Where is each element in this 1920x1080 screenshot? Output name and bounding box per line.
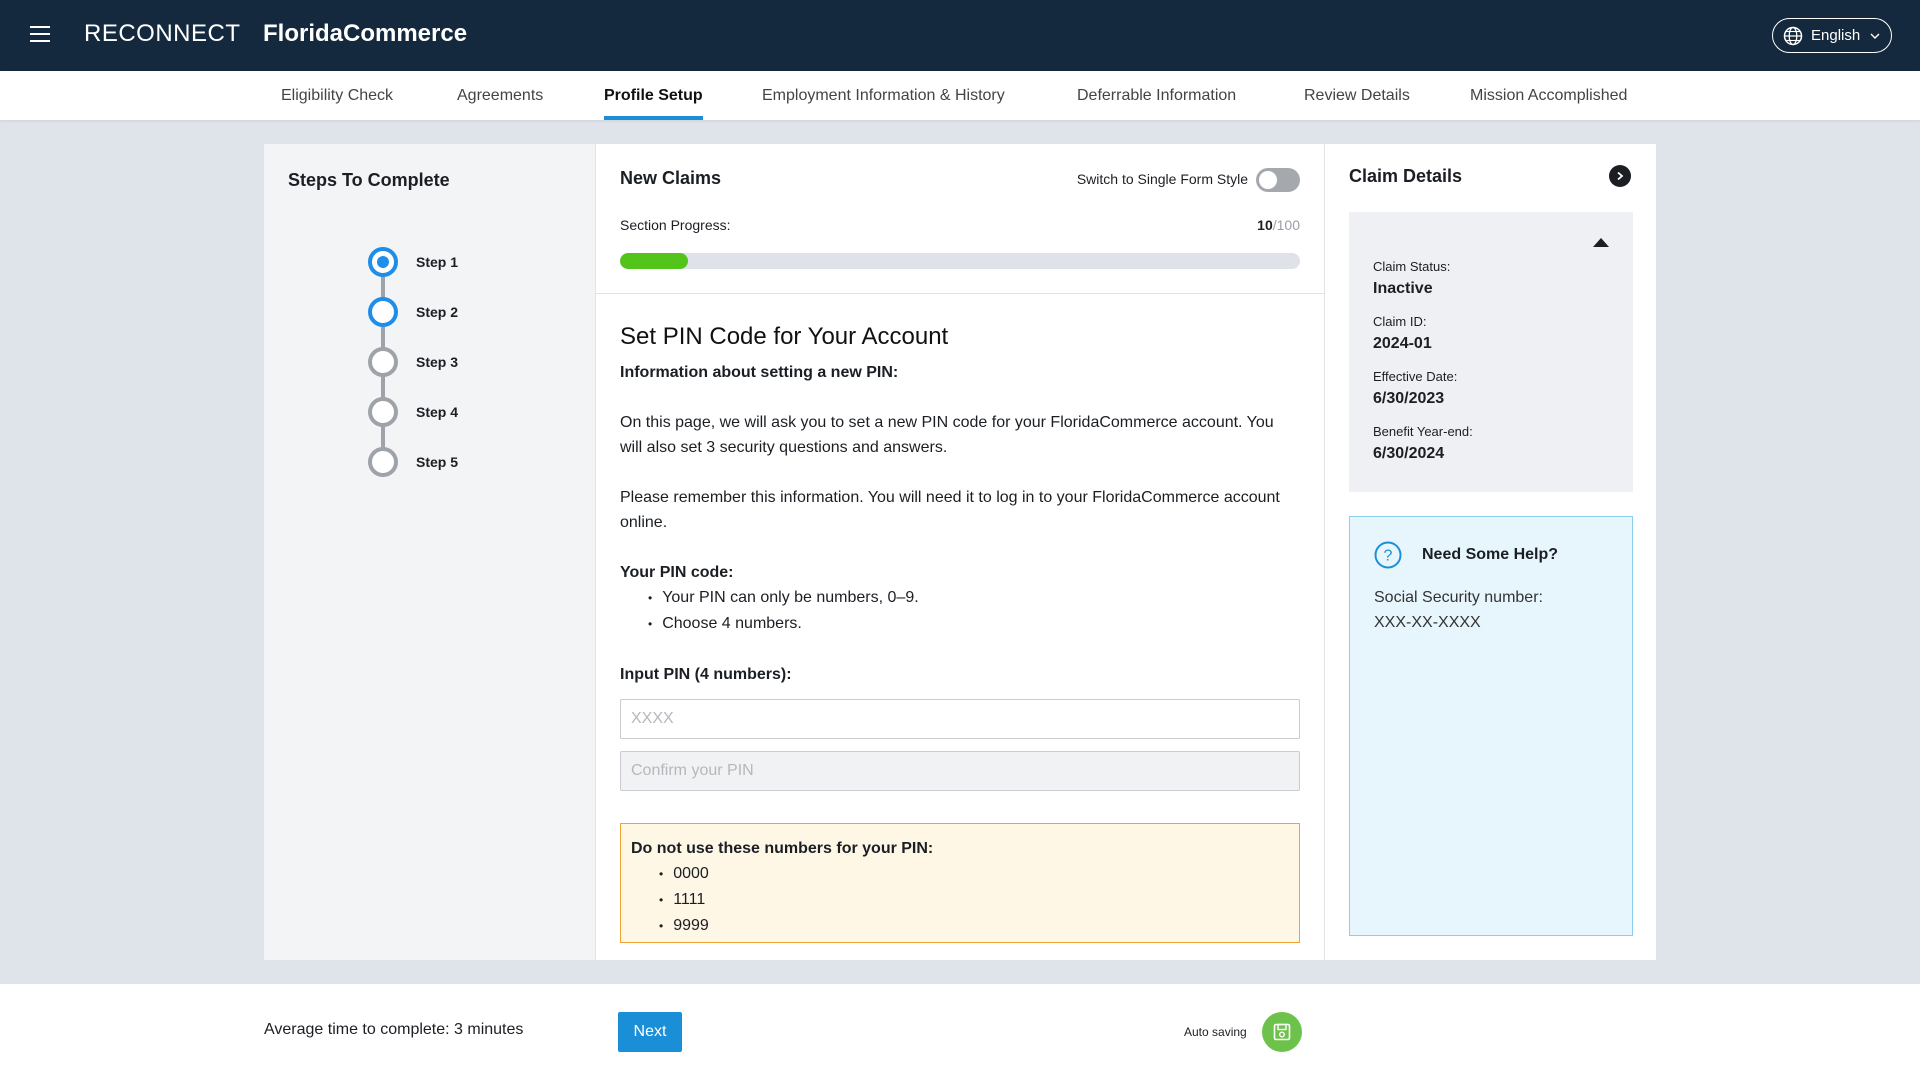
help-title: Need Some Help? [1422, 546, 1559, 563]
step-item[interactable]: Step 2 [368, 297, 458, 327]
step-item[interactable]: Step 4 [368, 397, 458, 427]
language-selector[interactable]: English [1772, 18, 1892, 53]
claim-status-label: Claim Status: [1373, 259, 1451, 274]
progress-tabs: Eligibility Check Agreements Profile Set… [0, 71, 1920, 120]
claim-id-value: 2024-01 [1373, 335, 1432, 352]
chevron-right-icon[interactable] [1609, 165, 1631, 187]
menu-icon[interactable] [30, 26, 50, 44]
claim-id-label: Claim ID: [1373, 314, 1427, 329]
svg-text:?: ? [1384, 548, 1393, 565]
tab-deferrable-information[interactable]: Deferrable Information [1077, 71, 1236, 120]
warning-heading: Do not use these numbers for your PIN: [631, 840, 934, 857]
next-button[interactable]: Next [618, 1012, 682, 1052]
tab-mission-accomplished[interactable]: Mission Accomplished [1470, 71, 1627, 120]
save-icon[interactable] [1262, 1012, 1302, 1052]
info-heading: Information about setting a new PIN: [620, 364, 899, 381]
claim-details-card: Claim Status: Inactive Claim ID: 2024-01… [1349, 212, 1633, 492]
step-item[interactable]: Step 1 [368, 247, 458, 277]
footer-bar: Average time to complete: 3 minutes Next… [0, 984, 1920, 1080]
average-time: Average time to complete: 3 minutes [264, 1021, 524, 1038]
claim-status-value: Inactive [1373, 280, 1433, 297]
help-text: Social Security number: XXX-XX-XXXX [1374, 589, 1543, 631]
step-pending-icon [368, 447, 398, 477]
list-item: 9999 [659, 913, 1289, 939]
effective-date-label: Effective Date: [1373, 369, 1458, 384]
info-paragraph: On this page, we will ask you to set a n… [620, 414, 1274, 456]
benefit-year-end-value: 6/30/2024 [1373, 445, 1445, 462]
claim-panel: Claim Details Claim Status: Inactive Cla… [1324, 144, 1656, 960]
warning-list: 0000 1111 9999 1234 [659, 861, 1289, 942]
tab-review-details[interactable]: Review Details [1304, 71, 1410, 120]
steps-panel: Steps To Complete Step 1 Step 2 Step 3 S… [264, 144, 596, 960]
globe-icon [1783, 26, 1803, 46]
pin-rules-heading: Your PIN code: [620, 564, 734, 581]
step-pending-icon [368, 397, 398, 427]
step-item[interactable]: Step 3 [368, 347, 458, 377]
progress-fill [620, 253, 688, 269]
auto-saving-label: Auto saving [1184, 1025, 1247, 1039]
switch-label: Switch to Single Form Style [1076, 171, 1248, 187]
tab-profile-setup[interactable]: Profile Setup [604, 71, 703, 120]
info-paragraph: Please remember this information. You wi… [620, 489, 1280, 531]
pin-rules-list: Your PIN can only be numbers, 0–9. Choos… [648, 585, 1300, 637]
tab-eligibility-check[interactable]: Eligibility Check [281, 71, 393, 120]
list-item: Your PIN can only be numbers, 0–9. [648, 585, 1300, 611]
pin-input[interactable] [620, 699, 1300, 739]
progress-label: Section Progress: [620, 217, 731, 233]
confirm-pin-input[interactable] [620, 751, 1300, 791]
list-item: Choose 4 numbers. [648, 611, 1300, 637]
step-current-icon [368, 247, 398, 277]
single-form-toggle[interactable] [1256, 168, 1300, 192]
tab-employment-information[interactable]: Employment Information & History [762, 71, 1005, 120]
progress-bar [620, 253, 1300, 269]
effective-date-value: 6/30/2023 [1373, 390, 1445, 407]
top-bar: RECONNECT FloridaCommerce English [0, 0, 1920, 71]
help-card: ? Need Some Help? Social Security number… [1349, 516, 1633, 936]
list-item: 1234 [659, 939, 1289, 942]
tab-agreements[interactable]: Agreements [457, 71, 543, 120]
reconnect-logo[interactable]: RECONNECT [84, 20, 241, 48]
benefit-year-end-label: Benefit Year-end: [1373, 424, 1473, 439]
chevron-down-icon [1870, 33, 1880, 39]
list-item: 0000 [659, 861, 1289, 887]
step-pending-icon [368, 347, 398, 377]
claim-details-title: Claim Details [1349, 166, 1463, 186]
form-content: Set PIN Code for Your Account Informatio… [620, 320, 1300, 943]
warning-box: Do not use these numbers for your PIN: 0… [620, 823, 1300, 943]
language-label: English [1811, 27, 1861, 44]
page-heading: Set PIN Code for Your Account [620, 323, 949, 350]
steps-title: Steps To Complete [288, 170, 450, 190]
form-title: New Claims [620, 168, 722, 188]
collapse-icon[interactable] [1593, 238, 1609, 247]
form-panel: New Claims Switch to Single Form Style S… [596, 144, 1324, 960]
step-item[interactable]: Step 5 [368, 447, 458, 477]
step-active-icon [368, 297, 398, 327]
progress-value: 10/100 [1257, 217, 1300, 233]
question-icon: ? [1374, 541, 1402, 569]
list-item: 1111 [659, 887, 1289, 913]
input-label: Input PIN (4 numbers): [620, 666, 792, 683]
brand-name: FloridaCommerce [263, 20, 468, 47]
form-header: New Claims Switch to Single Form Style S… [596, 144, 1324, 294]
